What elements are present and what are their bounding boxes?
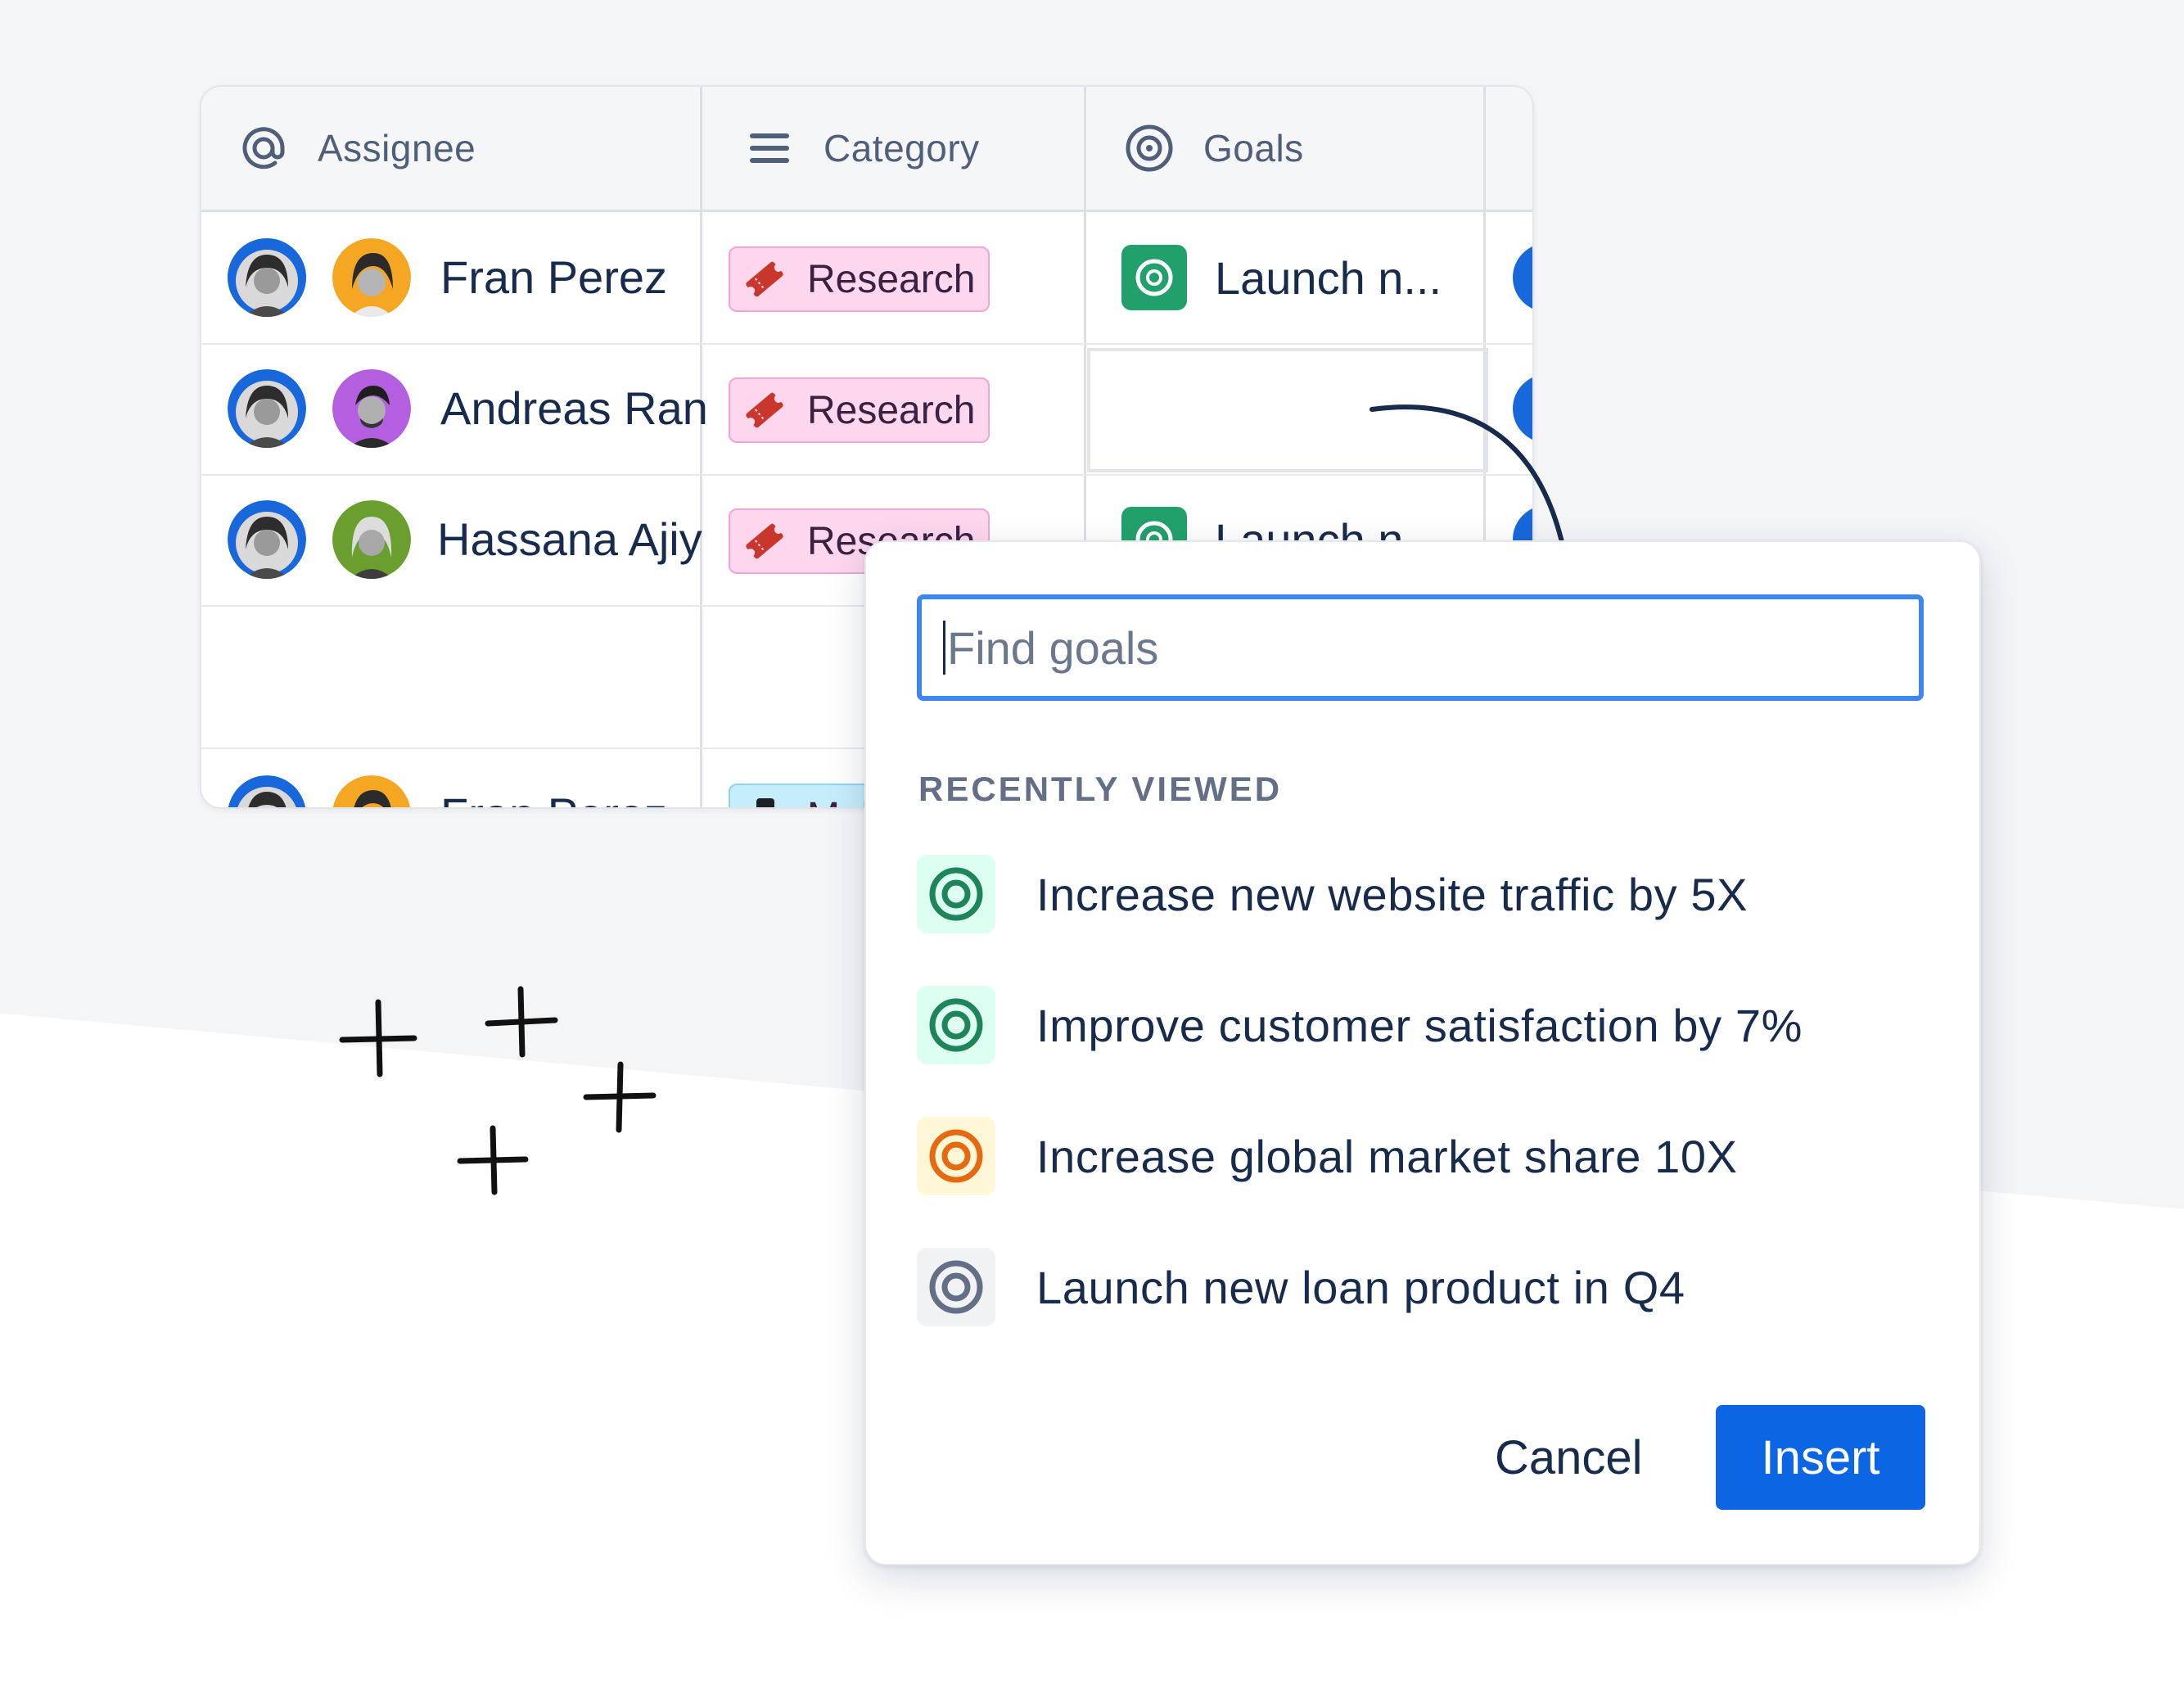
category-label: Mol [807,794,870,808]
goal-option[interactable]: Increase new website traffic by 5X [917,853,1748,935]
category-tag[interactable]: Research [729,377,990,443]
at-icon [239,124,288,173]
avatar[interactable] [332,775,411,807]
goal-cell[interactable]: Launch n... [1121,212,1442,343]
header-label: Category [824,127,980,169]
avatar[interactable] [228,238,306,317]
avatar[interactable] [228,500,306,579]
table-row[interactable]: Fran Perez Research Launch n... [201,212,1532,345]
target-icon [1121,245,1187,310]
header-label: Assignee [318,127,476,169]
table-header: Assignee Category Goals [201,87,1532,212]
target-icon [1125,124,1174,173]
header-goals[interactable]: Goals [1125,87,1304,210]
text-caret [943,621,945,675]
section-heading: RECENTLY VIEWED [918,770,1283,808]
category-label: Research [807,257,976,301]
category-label: Research [807,388,976,432]
goal-option-label: Increase global market share 10X [1036,1130,1738,1182]
header-category[interactable]: Category [745,87,980,210]
goal-option[interactable]: Launch new loan product in Q4 [917,1246,1685,1328]
target-icon [917,1248,995,1326]
header-label: Goals [1203,127,1304,169]
table-row[interactable]: Andreas Ran Research [201,343,1532,476]
search-placeholder: Find goals [947,621,1159,674]
cancel-button[interactable]: Cancel [1478,1407,1659,1510]
avatar[interactable] [1513,243,1532,312]
avatar[interactable] [332,238,411,317]
avatar[interactable] [228,775,306,807]
sparkle-icon [339,986,657,1195]
goal-option-label: Improve customer satisfaction by 7% [1036,999,1803,1051]
target-icon [917,855,995,933]
category-tag[interactable]: Mol [729,784,886,808]
avatar[interactable] [332,500,411,579]
menu-lines-icon [745,124,794,173]
insert-button[interactable]: Insert [1716,1405,1925,1510]
phone-icon [756,798,774,807]
target-icon [917,986,995,1064]
header-assignee[interactable]: Assignee [239,87,476,210]
goal-option[interactable]: Improve customer satisfaction by 7% [917,984,1803,1066]
goal-option[interactable]: Increase global market share 10X [917,1115,1738,1197]
goal-text: Launch n... [1215,251,1442,304]
ticket-icon [746,261,783,297]
goal-picker-dialog: Find goals RECENTLY VIEWED Increase new … [864,540,1981,1565]
goal-option-label: Launch new loan product in Q4 [1036,1261,1685,1313]
goal-option-label: Increase new website traffic by 5X [1036,868,1749,920]
target-icon [917,1117,995,1195]
ticket-icon [746,392,783,428]
search-input[interactable]: Find goals [917,594,1924,701]
avatar[interactable] [228,369,306,448]
avatar[interactable] [332,369,411,448]
category-tag[interactable]: Research [729,246,990,312]
ticket-icon [746,523,783,559]
